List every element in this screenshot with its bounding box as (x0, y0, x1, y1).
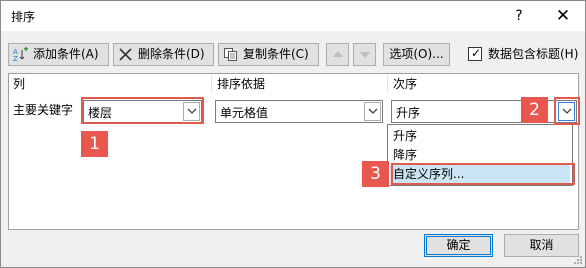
ok-button[interactable]: 确定 (424, 234, 493, 257)
options-button[interactable]: 选项(O)... (383, 43, 450, 66)
copy-icon (223, 47, 239, 62)
add-level-icon: AZ (13, 47, 29, 63)
add-condition-label: 添加条件(A) (33, 47, 99, 61)
delete-condition-label: 删除条件(D) (138, 47, 205, 61)
move-down-button[interactable] (353, 43, 376, 66)
dialog-title: 排序 (11, 10, 36, 24)
primary-key-label: 主要关键字 (13, 103, 74, 117)
delete-condition-button[interactable]: 删除条件(D) (113, 43, 214, 66)
highlight-custom-list-option (391, 163, 575, 185)
column-header-sort-on: 排序依据 (217, 77, 266, 91)
column-header-column: 列 (13, 77, 26, 91)
highlight-column-select (81, 97, 204, 124)
header-checkbox[interactable]: ✓ (468, 46, 482, 61)
sort-dialog: 排序 ? ✕ AZ 添加条件(A) 删除条件(D) 复制条件(C) 选项(O).… (0, 0, 586, 268)
column-header-order: 次序 (393, 77, 418, 91)
sort-on-select[interactable]: 单元格值 (215, 100, 383, 123)
sort-on-select-dropdown[interactable] (364, 102, 381, 121)
header-checkbox-label[interactable]: 数据包含标题(H) (488, 45, 578, 62)
help-button[interactable]: ? (497, 1, 541, 31)
checkmark-icon: ✓ (471, 46, 482, 60)
resize-grip-icon[interactable] (573, 255, 583, 265)
step-badge-1: 1 (81, 131, 108, 157)
order-select[interactable]: 升序 (391, 100, 577, 123)
step-badge-2: 2 (521, 97, 548, 123)
ok-label: 确定 (446, 238, 471, 252)
header-divider (387, 76, 388, 93)
add-condition-button[interactable]: AZ 添加条件(A) (8, 43, 109, 66)
cancel-button[interactable]: 取消 (504, 234, 579, 257)
chevron-down-icon (368, 108, 378, 114)
close-button[interactable]: ✕ (541, 1, 585, 31)
highlight-order-dropdown (554, 97, 580, 125)
move-down-icon (360, 52, 370, 58)
sort-on-select-value: 单元格值 (220, 106, 269, 120)
move-up-button[interactable] (326, 43, 349, 66)
order-select-value: 升序 (396, 106, 421, 120)
order-option-ascending[interactable]: 升序 (390, 127, 570, 145)
move-up-icon (333, 51, 343, 57)
copy-condition-label: 复制条件(C) (243, 47, 309, 61)
header-divider (211, 76, 212, 93)
copy-condition-button[interactable]: 复制条件(C) (218, 43, 319, 66)
svg-text:Z: Z (13, 55, 18, 62)
title-bar: 排序 ? ✕ (1, 1, 585, 31)
delete-x-icon (118, 47, 134, 62)
order-option-descending[interactable]: 降序 (390, 146, 570, 164)
step-badge-3: 3 (362, 161, 389, 187)
